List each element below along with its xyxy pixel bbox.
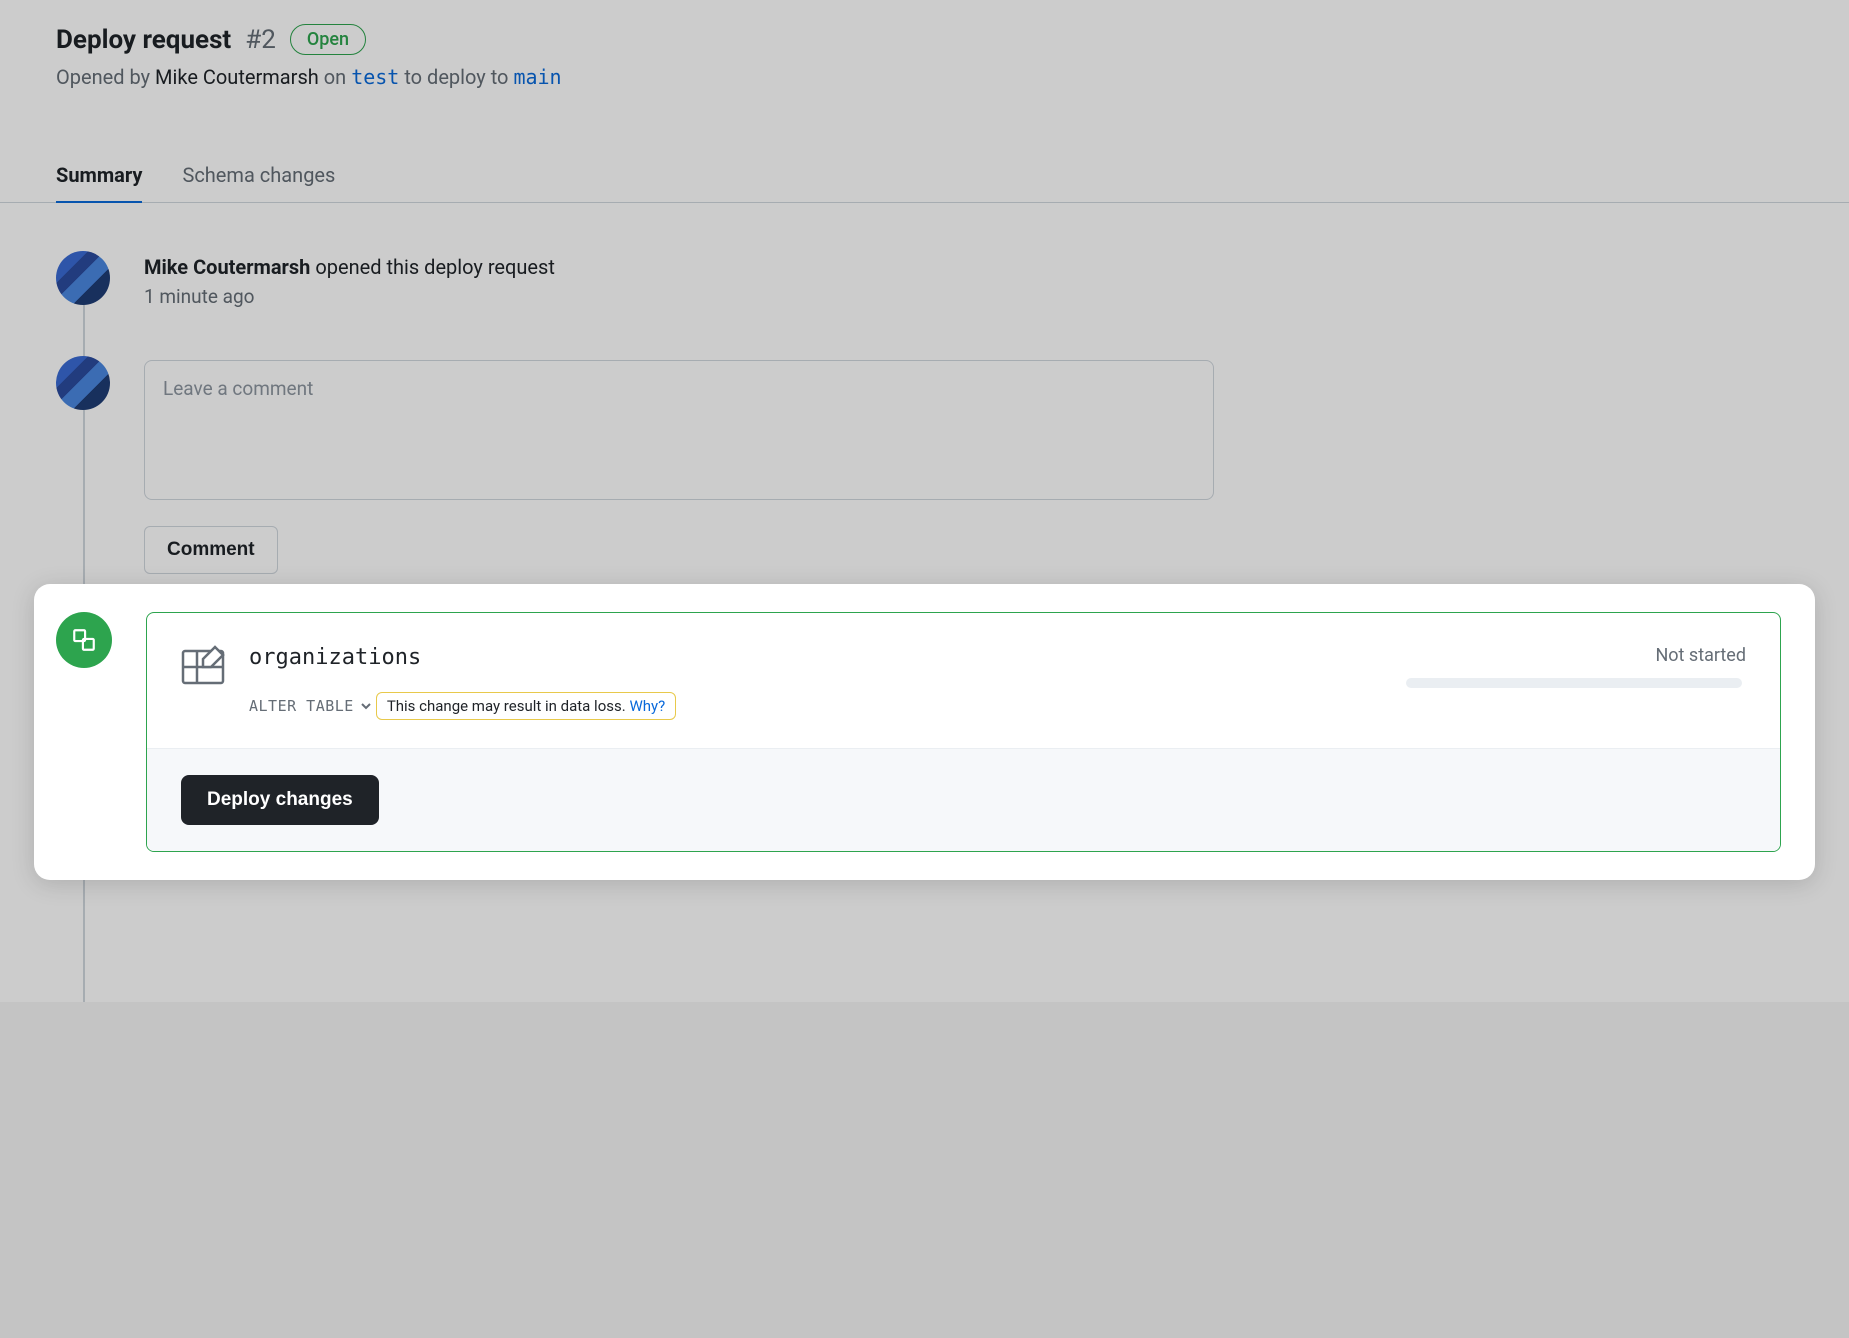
table-operation-label: ALTER TABLE bbox=[249, 697, 354, 715]
timeline-event-opened: Mike Coutermarsh opened this deploy requ… bbox=[56, 251, 1793, 308]
tab-summary[interactable]: Summary bbox=[56, 149, 142, 203]
page-title-row: Deploy request #2 Open bbox=[56, 24, 1793, 55]
table-name: organizations bbox=[249, 645, 1382, 670]
status-badge: Open bbox=[290, 24, 366, 55]
event-line: Mike Coutermarsh opened this deploy requ… bbox=[144, 255, 1793, 279]
table-operation-dropdown[interactable]: ALTER TABLE bbox=[249, 697, 372, 715]
tabs: Summary Schema changes bbox=[0, 149, 1849, 203]
on-word: on bbox=[324, 65, 346, 89]
warning-why-link[interactable]: Why? bbox=[629, 697, 665, 715]
avatar[interactable] bbox=[56, 251, 110, 305]
event-action: opened this deploy request bbox=[315, 255, 555, 279]
deploy-icon bbox=[56, 612, 112, 668]
avatar[interactable] bbox=[56, 356, 110, 410]
progress-bar bbox=[1406, 678, 1742, 688]
table-edit-icon bbox=[181, 645, 225, 689]
warning-pill: This change may result in data loss. Why… bbox=[376, 692, 676, 720]
deploy-request-number: #2 bbox=[245, 25, 276, 55]
from-branch[interactable]: test bbox=[351, 65, 399, 89]
chevron-down-icon bbox=[360, 700, 372, 712]
subtitle: Opened by Mike Coutermarsh on test to de… bbox=[56, 65, 1793, 89]
deploy-status-text: Not started bbox=[1406, 645, 1746, 666]
deploy-changes-button[interactable]: Deploy changes bbox=[181, 775, 379, 825]
timeline-comment-form: Comment bbox=[56, 356, 1793, 574]
deploy-panel: organizations ALTER TABLE This change ma… bbox=[146, 612, 1781, 852]
comment-input[interactable] bbox=[144, 360, 1214, 500]
comment-button[interactable]: Comment bbox=[144, 526, 278, 574]
to-phrase: to deploy to bbox=[404, 65, 508, 89]
to-branch[interactable]: main bbox=[513, 65, 561, 89]
opened-prefix: Opened by bbox=[56, 65, 150, 89]
deploy-card: organizations ALTER TABLE This change ma… bbox=[34, 584, 1815, 880]
event-actor[interactable]: Mike Coutermarsh bbox=[144, 255, 310, 279]
tab-schema-changes[interactable]: Schema changes bbox=[182, 149, 335, 203]
page-title: Deploy request bbox=[56, 25, 231, 55]
author-name[interactable]: Mike Coutermarsh bbox=[155, 65, 319, 89]
event-time: 1 minute ago bbox=[144, 285, 1793, 308]
warning-text: This change may result in data loss. bbox=[387, 697, 626, 715]
